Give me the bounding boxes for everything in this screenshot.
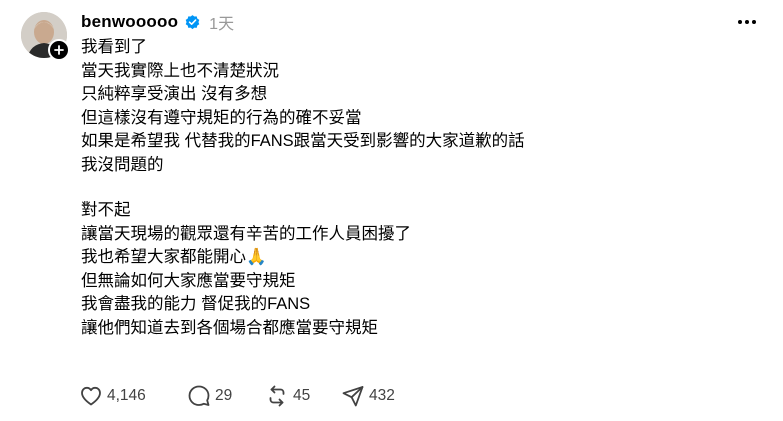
- repost-button[interactable]: 45: [265, 383, 341, 409]
- thread-post: benwooooo 1天 我看到了 當天我實際上也不清楚狀況 只純粹享受演出 沒…: [0, 0, 783, 421]
- post-text-line: 我也希望大家都能開心🙏: [81, 248, 267, 266]
- post-text-line: 但無論如何大家應當要守規矩: [81, 271, 296, 290]
- post-text-line: 當天我實際上也不清楚狀況: [81, 61, 279, 80]
- post-text-line: 我看到了: [81, 38, 147, 56]
- repost-count: 45: [293, 387, 311, 404]
- post-text-line: 我沒問題的: [81, 155, 164, 174]
- post-text-line: 只純粹享受演出 沒有多想: [81, 85, 268, 103]
- post-actions: 4,146 29 45 432: [79, 383, 421, 409]
- comment-bubble-icon: [188, 385, 210, 406]
- post-text-line: 如果是希望我 代替我的FANS跟當天受到影響的大家道歉的話: [81, 132, 525, 150]
- share-button[interactable]: 432: [341, 383, 421, 409]
- send-arrow-icon: [342, 386, 364, 407]
- repost-arrows-icon: [269, 385, 285, 407]
- post-text-line: 讓他們知道去到各個場合都應當要守規矩: [81, 318, 378, 337]
- plus-icon: [54, 45, 64, 55]
- post-body: 我看到了 當天我實際上也不清楚狀況 只純粹享受演出 沒有多想 但這樣沒有遵守規矩…: [81, 36, 761, 340]
- reply-count: 29: [215, 387, 233, 404]
- post-header: benwooooo 1天: [81, 10, 234, 34]
- more-options-icon: [738, 20, 756, 24]
- verified-badge-icon: [184, 14, 201, 31]
- follow-button[interactable]: [48, 39, 70, 61]
- author-avatar-container[interactable]: [21, 12, 70, 61]
- username[interactable]: benwooooo: [81, 12, 178, 32]
- post-text-line: 對不起: [81, 201, 131, 219]
- more-options-button[interactable]: [737, 14, 757, 30]
- post-text-line: 但這樣沒有遵守規矩的行為的確不妥當: [81, 108, 362, 127]
- share-count: 432: [369, 387, 395, 404]
- heart-icon: [81, 386, 101, 406]
- reply-button[interactable]: 29: [187, 383, 265, 409]
- post-text-line: 我會盡我的能力 督促我的FANS: [81, 295, 311, 313]
- post-timestamp[interactable]: 1天: [209, 10, 234, 34]
- like-count: 4,146: [107, 387, 146, 404]
- like-button[interactable]: 4,146: [79, 383, 187, 409]
- post-text-line: 讓當天現場的觀眾還有辛苦的工作人員困擾了: [81, 224, 411, 243]
